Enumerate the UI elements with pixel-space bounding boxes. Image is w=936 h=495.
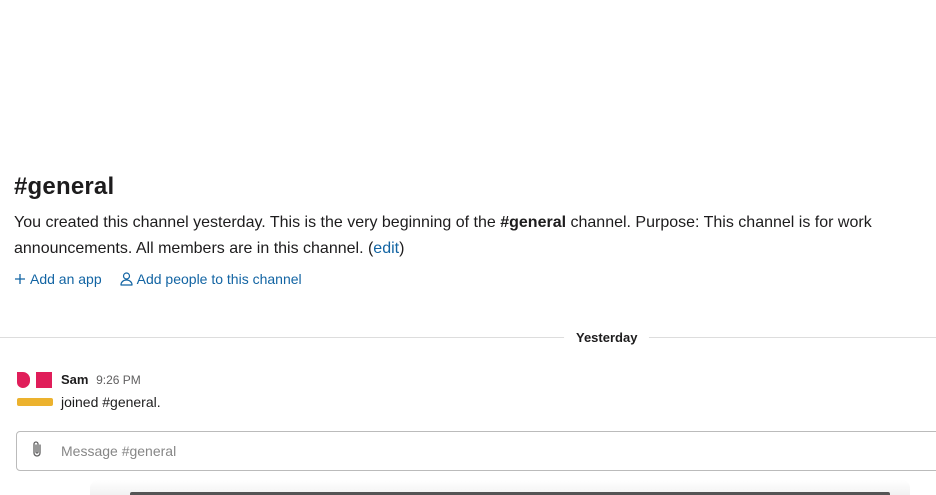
add-app-button[interactable]: Add an app	[14, 271, 102, 287]
day-divider-label[interactable]: Yesterday	[564, 326, 650, 350]
channel-description: You created this channel yesterday. This…	[14, 210, 936, 262]
description-text: You created this channel yesterday. This…	[14, 214, 501, 231]
add-people-button[interactable]: Add people to this channel	[120, 271, 302, 287]
plus-icon	[14, 273, 26, 285]
channel-mention[interactable]: #general	[500, 214, 566, 231]
message-item: Sam 9:26 PM joined #general.	[16, 370, 916, 410]
message-input[interactable]	[57, 443, 921, 459]
sender-name[interactable]: Sam	[61, 372, 88, 387]
attach-button[interactable]	[17, 432, 57, 470]
description-line-2: announcements. All members are in this c…	[14, 240, 374, 257]
channel-title: #general	[14, 173, 115, 200]
person-icon	[120, 272, 133, 286]
avatar[interactable]	[16, 370, 53, 408]
message-timestamp[interactable]: 9:26 PM	[96, 373, 141, 387]
description-text-continued: channel. Purpose: This channel is for wo…	[566, 214, 872, 231]
channel-intro: #general You created this channel yester…	[14, 170, 936, 287]
day-divider	[0, 337, 936, 338]
add-people-label: Add people to this channel	[136, 271, 302, 287]
description-close-paren: )	[399, 240, 405, 257]
slack-channel-view: #general You created this channel yester…	[0, 0, 936, 495]
edit-purpose-link[interactable]: edit	[373, 240, 399, 257]
add-app-label: Add an app	[30, 271, 102, 287]
message-composer	[16, 431, 936, 471]
message-header: Sam 9:26 PM	[61, 372, 141, 388]
intro-actions: Add an app Add people to this channel	[14, 271, 936, 287]
paperclip-icon	[30, 440, 44, 463]
message-text: joined #general.	[61, 394, 161, 410]
